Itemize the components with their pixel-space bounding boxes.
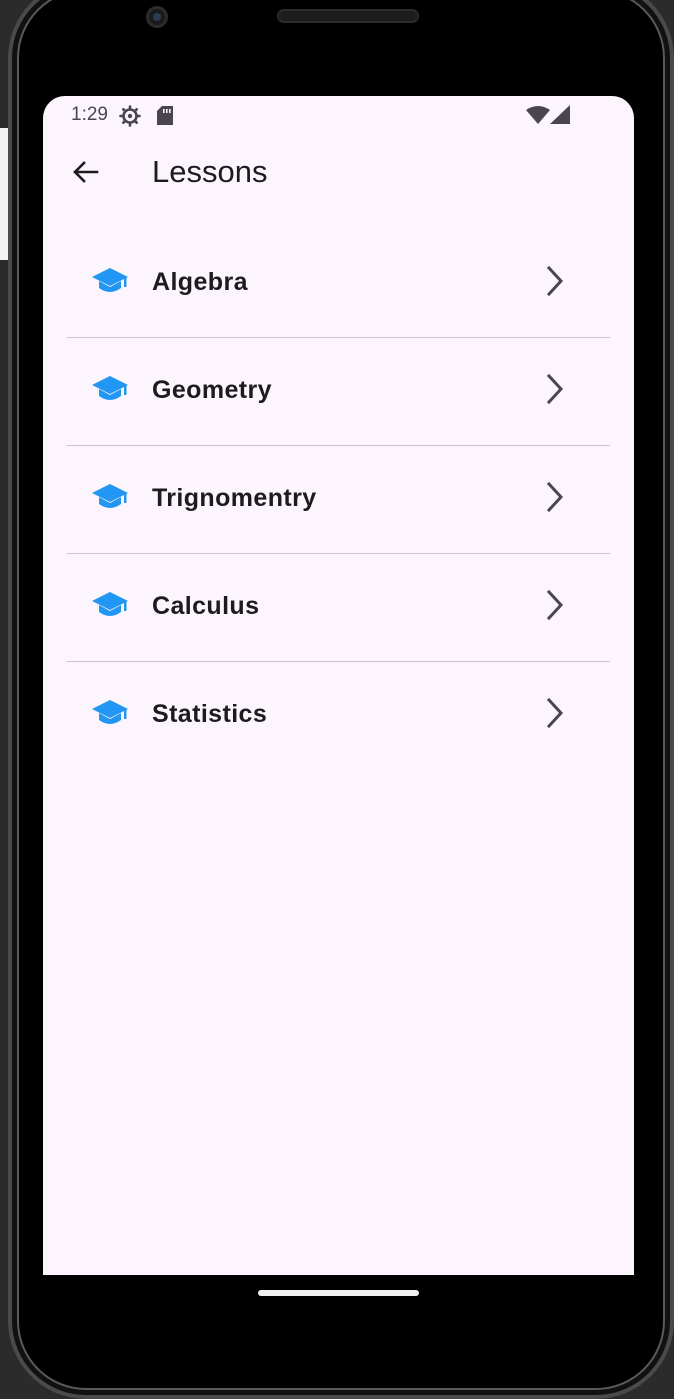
settings-gear-icon [119,105,141,132]
home-gesture-bar[interactable] [258,1290,419,1296]
lesson-label: Statistics [152,700,268,728]
chevron-right-icon [541,588,569,622]
background-window-edge [0,128,8,260]
lesson-item-trignomentry[interactable]: Trignomentry [67,446,610,554]
chevron-right-icon [541,372,569,406]
cell-signal-icon [550,105,570,129]
earpiece-speaker [277,9,419,23]
app-screen: 1:29 Lessons Algebra Geometry Trignoment… [43,96,634,1275]
lesson-item-statistics[interactable]: Statistics [67,662,610,769]
lesson-item-algebra[interactable]: Algebra [67,230,610,338]
app-bar: Lessons [43,136,634,212]
status-time: 1:29 [71,104,108,125]
page-title: Lessons [152,154,268,189]
sd-card-icon [157,106,173,130]
chevron-right-icon [541,480,569,514]
graduation-cap-icon [91,590,129,620]
chevron-right-icon [541,264,569,298]
lesson-item-geometry[interactable]: Geometry [67,338,610,446]
lesson-label: Geometry [152,376,272,404]
status-bar: 1:29 [43,96,634,136]
wifi-icon [526,106,550,129]
lesson-label: Calculus [152,592,260,620]
lesson-list: Algebra Geometry Trignomentry Calculus S… [67,230,610,769]
graduation-cap-icon [91,698,129,728]
back-button[interactable] [61,150,109,198]
chevron-right-icon [541,696,569,730]
lesson-item-calculus[interactable]: Calculus [67,554,610,662]
lesson-label: Algebra [152,268,248,296]
lesson-label: Trignomentry [152,484,317,512]
graduation-cap-icon [91,482,129,512]
arrow-back-icon [71,158,99,191]
graduation-cap-icon [91,266,129,296]
graduation-cap-icon [91,374,129,404]
front-camera [146,6,168,28]
